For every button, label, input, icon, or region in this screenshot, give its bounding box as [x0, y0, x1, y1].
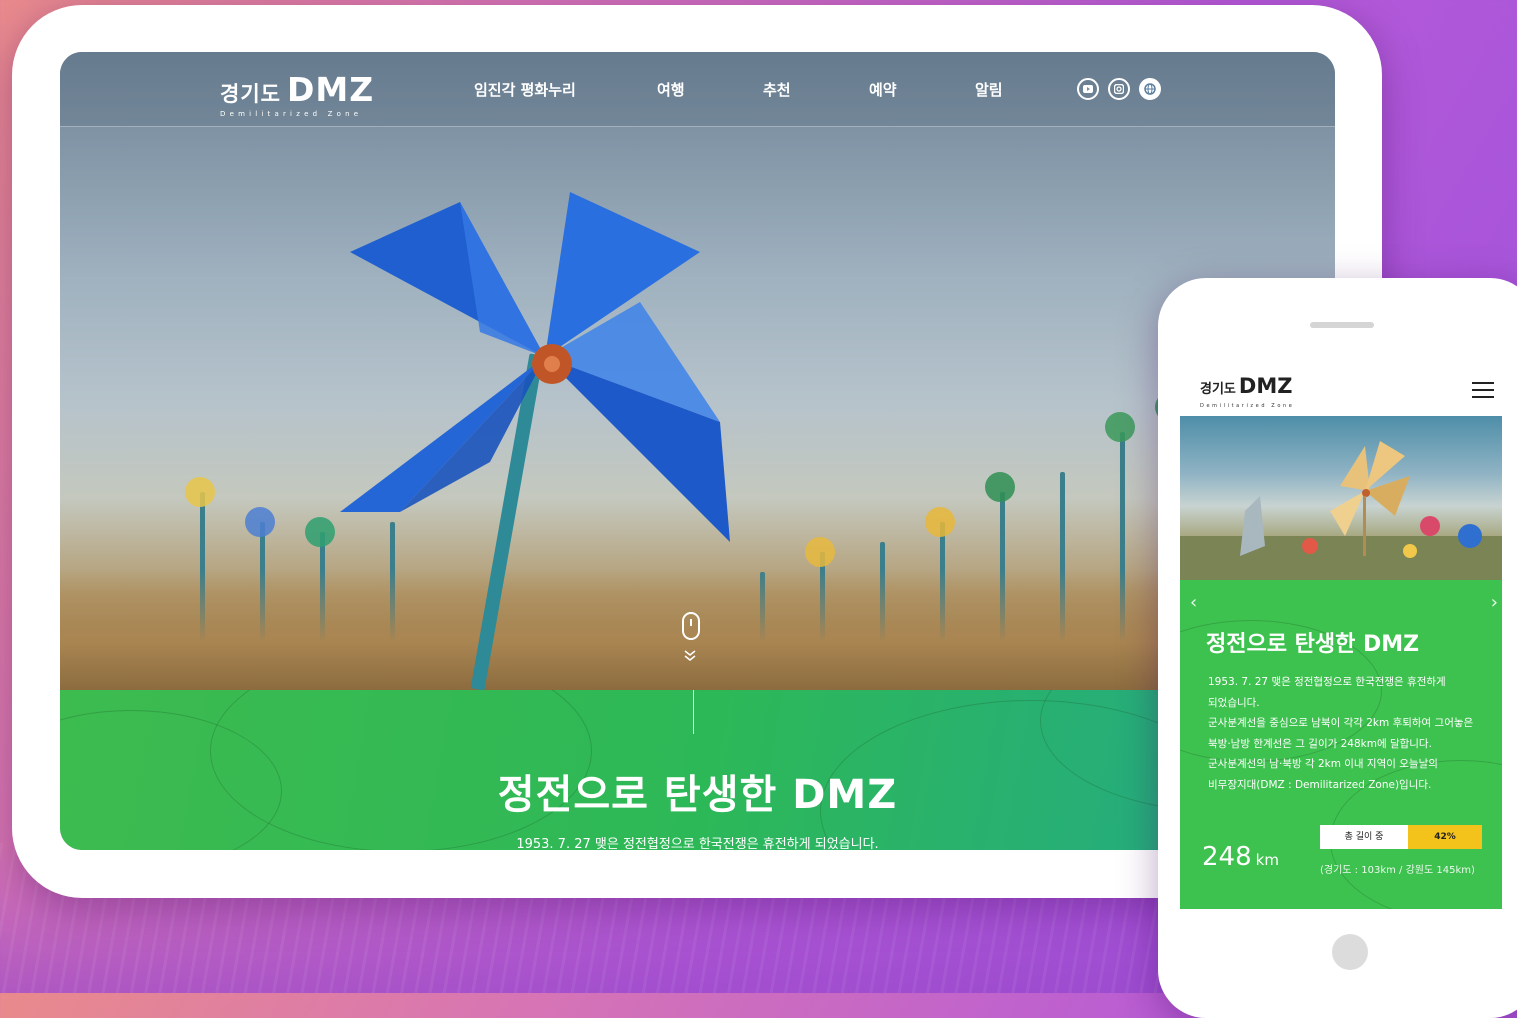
mobile-title: 정전으로 탄생한 DMZ [1206, 632, 1420, 657]
scroll-mouse-icon [682, 612, 700, 640]
youtube-icon[interactable] [1077, 78, 1099, 100]
prev-arrow-icon[interactable]: ‹ [1190, 592, 1197, 613]
description-line: 비무장지대(DMZ : Demilitarized Zone)입니다. [1208, 778, 1432, 791]
nav-item-imjingak[interactable]: 임진각 평화누리 [474, 79, 576, 100]
mobile-hero-image [1180, 416, 1502, 580]
logo-ko: 경기도 [220, 82, 281, 106]
length-breakdown: (경기도 : 103km / 강원도 145km) [1320, 865, 1475, 876]
mobile-header: 경기도 DMZ Demilitarized Zone [1180, 364, 1502, 417]
mobile-description: 1953. 7. 27 맺은 정전협정으로 한국전쟁은 휴전하게 되었습니다. … [1208, 672, 1498, 795]
logo-sub: Demilitarized Zone [220, 110, 363, 118]
nav-item-recommend[interactable]: 추천 [763, 79, 791, 100]
mobile-logo-en: DMZ [1238, 374, 1293, 398]
mobile-logo-ko: 경기도 [1200, 382, 1236, 397]
logo-en: DMZ [286, 70, 375, 109]
next-arrow-icon[interactable]: › [1491, 592, 1498, 613]
site-logo[interactable]: 경기도 DMZ Demilitarized Zone [220, 70, 375, 118]
description-line: 군사분계선을 중심으로 남북이 각각 2km 후퇴하여 그어놓은 [1208, 717, 1474, 729]
mobile-logo[interactable]: 경기도 DMZ Demilitarized Zone [1200, 374, 1293, 409]
km-unit: km [1255, 851, 1279, 869]
progress-label: 총 길이 중 [1344, 832, 1384, 842]
phone-device: 경기도 DMZ Demilitarized Zone ‹ › 정전으로 탄생한 … [1158, 278, 1517, 1018]
pinwheel-illustration [340, 192, 730, 542]
description-line: 1953. 7. 27 맺은 정전협정으로 한국전쟁은 휴전하게 [1208, 676, 1446, 688]
mobile-logo-sub: Demilitarized Zone [1200, 403, 1295, 409]
hero-description: 1953. 7. 27 맺은 정전협정으로 한국전쟁은 휴전하게 되었습니다. [516, 837, 879, 850]
description-line: 북방·남방 한계선은 그 길이가 248km에 달합니다. [1208, 737, 1432, 750]
nav-item-notice[interactable]: 알림 [975, 79, 1003, 100]
total-length: 248 km [1202, 842, 1279, 872]
hero-title: 정전으로 탄생한 DMZ [497, 772, 898, 818]
progress-value: 42% [1434, 832, 1456, 842]
top-navigation: 경기도 DMZ Demilitarized Zone 임진각 평화누리 여행 추천… [60, 52, 1335, 127]
language-icon[interactable] [1139, 78, 1161, 100]
hero-image [60, 52, 1335, 690]
home-button[interactable] [1332, 934, 1368, 970]
phone-screen: 경기도 DMZ Demilitarized Zone ‹ › 정전으로 탄생한 … [1180, 364, 1502, 909]
chevron-down-icon [683, 649, 697, 666]
divider-line [693, 690, 694, 734]
km-number: 248 [1202, 842, 1252, 872]
length-progress-bar: 총 길이 중 42% [1320, 825, 1482, 849]
description-line: 군사분계선의 남·북방 각 2km 이내 지역이 오늘날의 [1208, 758, 1438, 770]
instagram-icon[interactable] [1108, 78, 1130, 100]
nav-item-reservation[interactable]: 예약 [869, 79, 897, 100]
description-line: 되었습니다. [1208, 696, 1260, 709]
tablet-screen: 경기도 DMZ Demilitarized Zone 임진각 평화누리 여행 추천… [60, 52, 1335, 850]
mobile-intro-section: ‹ › 정전으로 탄생한 DMZ 1953. 7. 27 맺은 정전협정으로 한… [1180, 580, 1502, 909]
phone-speaker [1310, 322, 1374, 328]
intro-band: 정전으로 탄생한 DMZ 1953. 7. 27 맺은 정전협정으로 한국전쟁은… [60, 690, 1335, 850]
nav-item-travel[interactable]: 여행 [657, 79, 685, 100]
menu-icon[interactable] [1472, 382, 1494, 398]
